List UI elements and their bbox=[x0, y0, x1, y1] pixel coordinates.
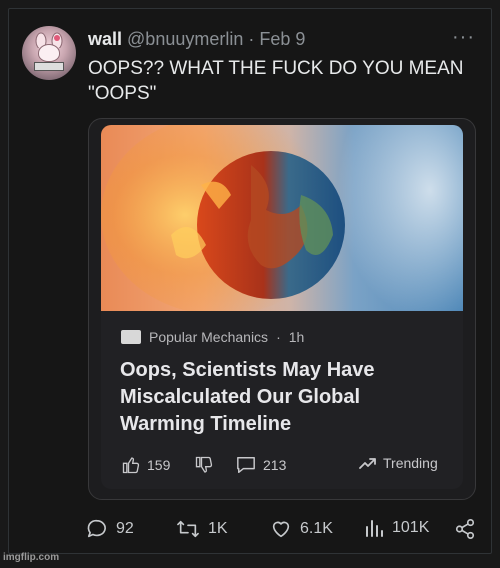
card-comment-button[interactable]: 213 bbox=[235, 455, 286, 475]
avatar[interactable] bbox=[22, 26, 76, 80]
reply-count: 92 bbox=[116, 520, 134, 537]
avatar-face bbox=[38, 44, 60, 62]
header-separator: · bbox=[248, 29, 255, 49]
tweet-date[interactable]: Feb 9 bbox=[259, 29, 305, 49]
thumbs-down-icon bbox=[195, 456, 213, 473]
tweet-text-line-1: OOPS?? WHAT THE FUCK DO YOU MEAN bbox=[88, 58, 464, 79]
repost-count: 1K bbox=[208, 520, 228, 537]
article-meta: Popular Mechanics · 1h bbox=[121, 329, 304, 345]
article-card[interactable]: Popular Mechanics · 1h Oops, Scientists … bbox=[101, 125, 463, 489]
article-time: 1h bbox=[288, 329, 305, 345]
like-count: 6.1K bbox=[300, 520, 333, 537]
trending-label: Trending bbox=[359, 455, 438, 471]
share-icon bbox=[455, 519, 475, 539]
card-like-count: 159 bbox=[147, 457, 171, 473]
heart-icon bbox=[272, 521, 290, 538]
repost-button[interactable]: 1K bbox=[176, 518, 228, 540]
card-like-button[interactable]: 159 bbox=[121, 455, 170, 475]
views-bar-chart-icon bbox=[366, 520, 383, 537]
tweet-text: OOPS?? WHAT THE FUCK DO YOU MEAN "OOPS" bbox=[88, 56, 478, 106]
publisher-name[interactable]: Popular Mechanics bbox=[149, 329, 268, 345]
tweet-text-line-2: "OOPS" bbox=[88, 83, 157, 104]
reply-icon bbox=[87, 519, 106, 538]
view-count: 101K bbox=[392, 519, 430, 536]
display-name[interactable]: wall bbox=[88, 29, 122, 49]
publisher-logo-icon bbox=[121, 330, 141, 344]
comment-icon bbox=[237, 457, 255, 473]
repost-icon bbox=[177, 520, 199, 538]
share-button[interactable] bbox=[454, 518, 476, 540]
card-dislike-button[interactable] bbox=[194, 455, 214, 475]
user-handle[interactable]: @bnuuymerlin bbox=[127, 29, 243, 49]
tweet-header: wall @bnuuymerlin · Feb 9 bbox=[88, 28, 305, 50]
burning-globe-image bbox=[101, 125, 463, 311]
trending-text: Trending bbox=[383, 455, 438, 471]
article-image bbox=[101, 125, 463, 311]
avatar-sign bbox=[34, 62, 64, 71]
meta-separator: · bbox=[276, 329, 281, 345]
thumbs-up-icon bbox=[122, 457, 140, 474]
like-button[interactable]: 6.1K bbox=[270, 518, 333, 540]
card-comment-count: 213 bbox=[263, 457, 287, 473]
trending-arrow-icon bbox=[359, 458, 376, 469]
imgflip-watermark: imgflip.com bbox=[3, 552, 60, 563]
views-button[interactable]: 101K bbox=[364, 518, 429, 538]
reply-button[interactable]: 92 bbox=[86, 518, 134, 540]
card-action-bar: 159 213 Trending bbox=[101, 455, 463, 479]
more-options-icon[interactable]: ··· bbox=[452, 27, 475, 47]
tweet-action-bar: 92 1K 6.1K 101K bbox=[0, 514, 500, 544]
article-headline[interactable]: Oops, Scientists May Have Miscalculated … bbox=[120, 357, 440, 438]
